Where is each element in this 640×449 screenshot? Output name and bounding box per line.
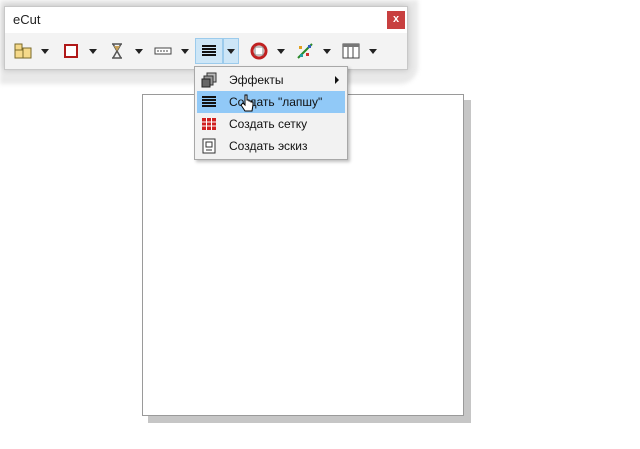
toolbar-group-lifebuoy [245,38,289,64]
toolbar-group-table [337,38,381,64]
toolbar [5,36,407,66]
menu-item-effects[interactable]: Эффекты [197,69,345,91]
mouse-pointer-icon [240,94,254,112]
menu-item-create-sketch[interactable]: Создать эскиз [197,135,345,157]
toolbar-group-hourglass [103,38,147,64]
lifebuoy-dropdown-arrow[interactable] [273,38,289,64]
toolbar-group-lines [195,38,239,64]
toolbar-group-rectangle [57,38,101,64]
title-bar[interactable]: eCut x [5,7,407,33]
table-icon [342,43,360,59]
table-button[interactable] [337,38,365,64]
lines-dropdown-arrow[interactable] [223,38,239,64]
lifebuoy-icon [250,42,268,60]
lines-icon [201,94,217,110]
hourglass-icon [112,43,122,59]
rectangle-button[interactable] [57,38,85,64]
lines-button[interactable] [195,38,223,64]
hourglass-button[interactable] [103,38,131,64]
rectangle-dropdown-arrow[interactable] [85,38,101,64]
toolbar-group-layout [9,38,53,64]
scatter-dropdown-arrow[interactable] [319,38,335,64]
lifebuoy-button[interactable] [245,38,273,64]
menu-item-label: Эффекты [229,73,284,87]
ecut-window: eCut x [4,6,408,70]
dotted-line-button[interactable] [149,38,177,64]
dotted-line-dropdown-arrow[interactable] [177,38,193,64]
effects-icon [201,72,217,88]
grid-icon [201,116,217,132]
close-button[interactable]: x [387,11,405,29]
toolbar-group-scatter [291,38,335,64]
toolbar-group-dotted [149,38,193,64]
hourglass-dropdown-arrow[interactable] [131,38,147,64]
layout-button[interactable] [9,38,37,64]
lines-dropdown-menu: Эффекты Создать "лапшу" Создать сетку Со… [194,66,348,160]
menu-item-label: Создать сетку [229,117,308,131]
layout-icon [14,43,32,59]
dotted-line-icon [154,47,172,55]
layout-dropdown-arrow[interactable] [37,38,53,64]
menu-item-create-grid[interactable]: Создать сетку [197,113,345,135]
scatter-icon [297,43,313,59]
scatter-button[interactable] [291,38,319,64]
sketch-icon [201,138,217,154]
rectangle-icon [64,44,78,58]
menu-item-create-lines[interactable]: Создать "лапшу" [197,91,345,113]
lines-icon [202,45,216,56]
menu-item-label: Создать эскиз [229,139,308,153]
submenu-arrow-icon [335,76,339,84]
window-title: eCut [13,12,41,27]
table-dropdown-arrow[interactable] [365,38,381,64]
